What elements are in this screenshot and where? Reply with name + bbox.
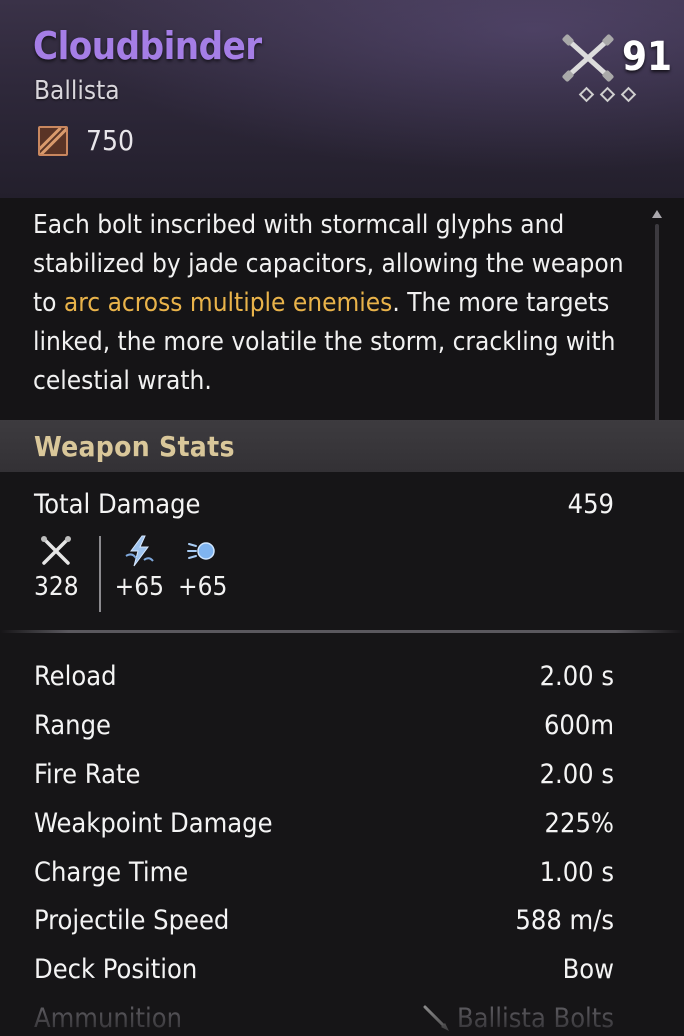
damage-breakdown: 328 +65 +65 xyxy=(34,534,241,612)
bolt-icon xyxy=(423,1005,449,1031)
stat-label: Total Damage xyxy=(34,488,201,520)
damage-lightning: +65 xyxy=(115,534,164,602)
stat-value: 2.00 s xyxy=(539,758,614,790)
cost-row: 750 xyxy=(38,124,134,157)
stat-label: Ammunition xyxy=(34,1002,183,1034)
damage-value: 328 xyxy=(34,572,79,602)
stat-row-projectile-speed: Projectile Speed 588 m/s xyxy=(34,900,614,940)
stats-body: Total Damage 459 328 +65 +65 Reload 2.00… xyxy=(0,472,684,1036)
damage-frost: +65 xyxy=(178,534,227,602)
stat-value: 2.00 s xyxy=(539,660,614,692)
stat-value: Bow xyxy=(562,953,614,985)
stat-row-charge-time: Charge Time 1.00 s xyxy=(34,852,614,892)
stat-label: Deck Position xyxy=(34,953,198,985)
stat-value: 225% xyxy=(544,807,614,839)
stat-value: 588 m/s xyxy=(515,904,614,936)
stat-row-deck-position: Deck Position Bow xyxy=(34,949,614,989)
stat-label: Weakpoint Damage xyxy=(34,807,273,839)
stat-value: 1.00 s xyxy=(539,856,614,888)
item-header: Cloudbinder Ballista 750 91 xyxy=(0,0,684,198)
stat-label: Projectile Speed xyxy=(34,904,230,936)
frost-orb-icon xyxy=(186,542,215,560)
damage-divider xyxy=(98,536,101,612)
stat-row-fire-rate: Fire Rate 2.00 s xyxy=(34,754,614,794)
rank-diamond-icon xyxy=(599,86,616,103)
stat-row-weakpoint-damage: Weakpoint Damage 225% xyxy=(34,803,614,843)
crossed-cannons-icon xyxy=(562,34,614,82)
damage-value: +65 xyxy=(178,572,228,602)
cost-value: 750 xyxy=(86,124,135,157)
scroll-up-icon[interactable] xyxy=(652,210,662,218)
stat-label: Range xyxy=(34,709,111,741)
damage-physical: 328 xyxy=(34,534,79,602)
description-text: Each bolt inscribed with stormcall glyph… xyxy=(33,206,633,401)
stats-section-header: Weapon Stats xyxy=(0,420,684,472)
stat-value: 600m xyxy=(543,709,614,741)
item-tooltip-panel: Cloudbinder Ballista 750 91 Each bolt in… xyxy=(0,0,684,1036)
item-level: 91 xyxy=(622,34,673,80)
crate-icon xyxy=(38,125,68,156)
item-type: Ballista xyxy=(34,76,120,106)
rank-diamond-icon xyxy=(620,86,637,103)
rank-diamond-icon xyxy=(578,86,595,103)
stat-row-range: Range 600m xyxy=(34,705,614,745)
stat-value-ammunition: Ballista Bolts xyxy=(421,1003,614,1034)
stats-section-title: Weapon Stats xyxy=(34,430,235,463)
item-name: Cloudbinder xyxy=(33,24,262,68)
stat-value: 459 xyxy=(567,488,614,520)
crossed-bolts-icon xyxy=(41,536,72,565)
damage-value: +65 xyxy=(114,572,164,602)
rank-indicator xyxy=(578,86,637,103)
stat-label: Fire Rate xyxy=(34,758,141,790)
stat-row-reload: Reload 2.00 s xyxy=(34,656,614,696)
stat-row-ammunition: Ammunition Ballista Bolts xyxy=(34,998,614,1036)
item-description: Each bolt inscribed with stormcall glyph… xyxy=(0,198,684,420)
description-highlight: arc across multiple enemies xyxy=(63,288,393,318)
lightning-icon xyxy=(125,535,155,567)
stat-row-total-damage: Total Damage 459 xyxy=(34,484,614,524)
stat-label: Charge Time xyxy=(34,856,189,888)
stat-label: Reload xyxy=(34,660,117,692)
stats-divider xyxy=(0,630,684,633)
ammunition-value: Ballista Bolts xyxy=(456,1002,614,1034)
